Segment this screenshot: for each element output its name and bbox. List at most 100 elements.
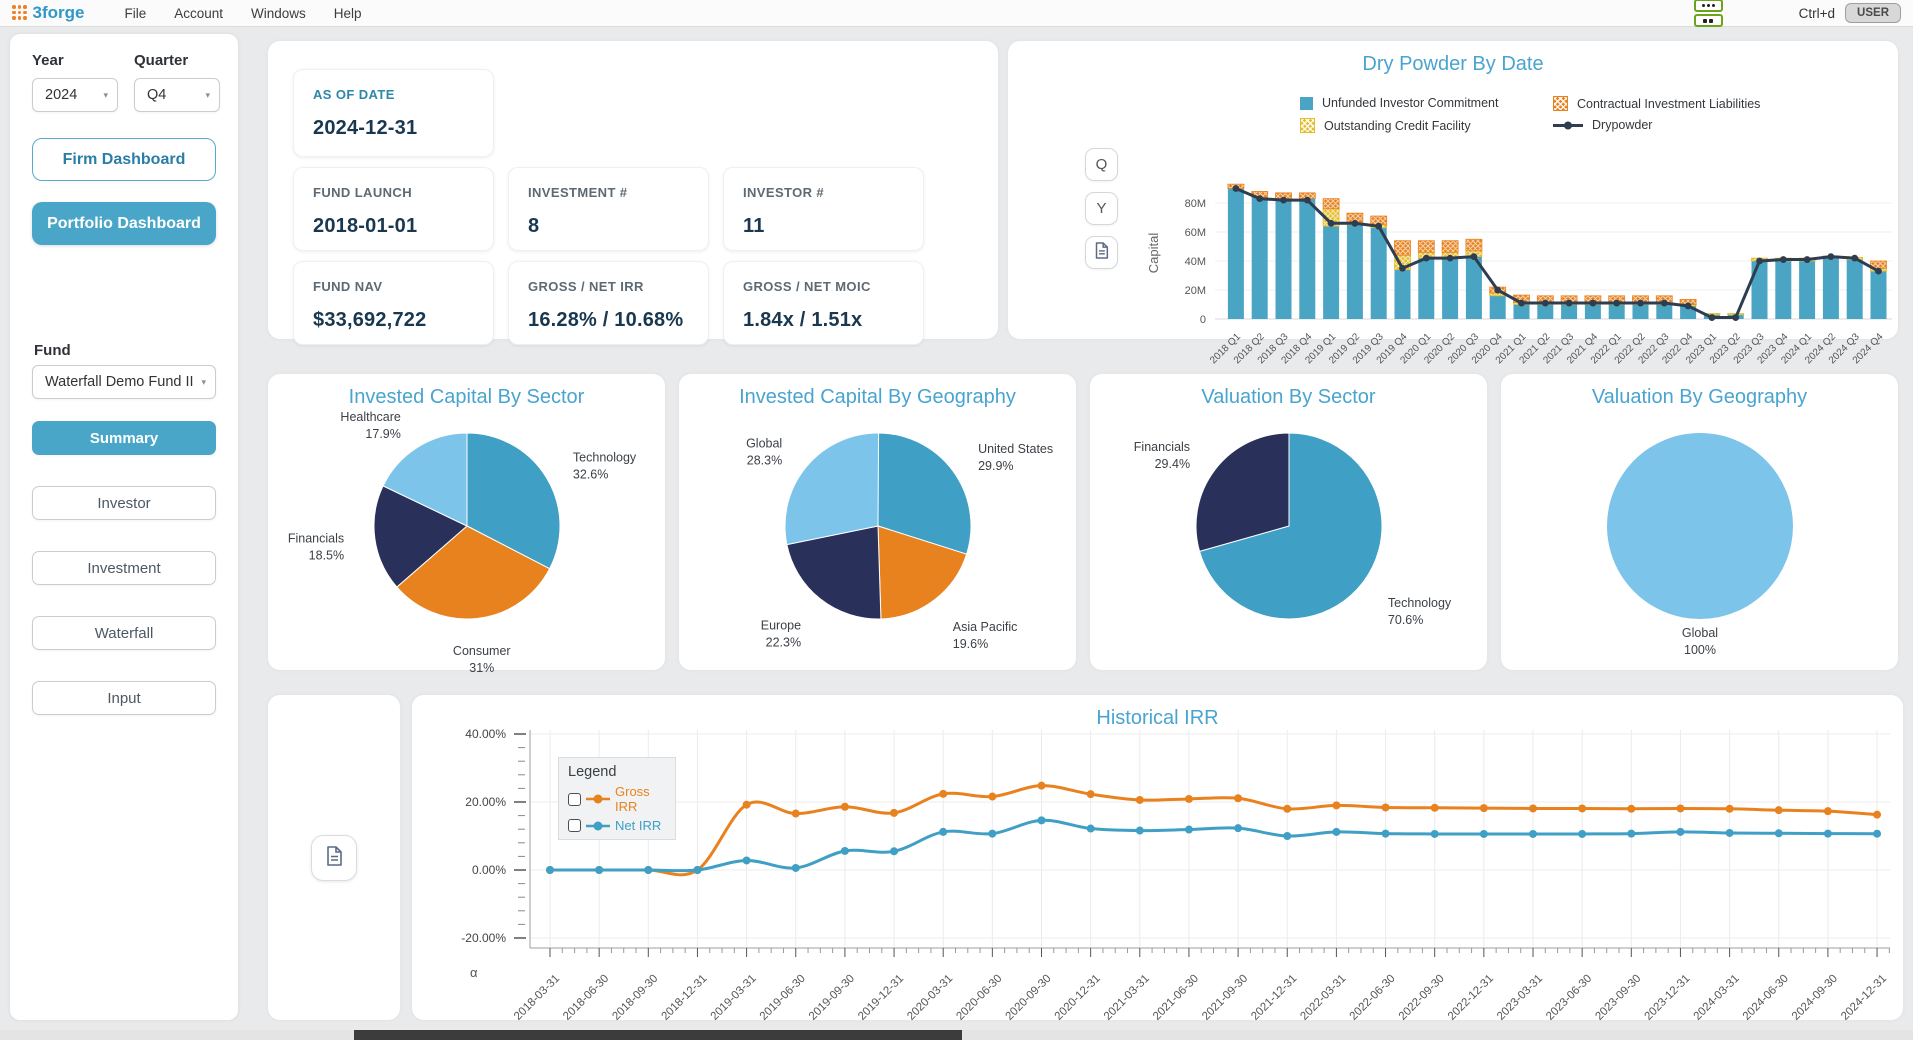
irr-legend-item-gross-irr[interactable]: Gross IRR xyxy=(568,784,666,814)
sidebar-item-investor[interactable]: Investor xyxy=(32,486,216,520)
svg-text:2019-03-31: 2019-03-31 xyxy=(709,973,759,1023)
sidebar-item-investment[interactable]: Investment xyxy=(32,551,216,585)
document-icon xyxy=(325,846,343,869)
horizontal-scrollbar-track[interactable] xyxy=(0,1030,1913,1040)
firm-dashboard-button[interactable]: Firm Dashboard xyxy=(32,138,216,181)
logo-dots-icon xyxy=(12,5,28,21)
quarter-label: Quarter xyxy=(134,52,220,69)
period-filters: Year 2024 ▾ Quarter Q4 ▾ xyxy=(10,34,238,112)
kpi-value: 8 xyxy=(528,215,689,238)
horizontal-scrollbar-thumb[interactable] xyxy=(354,1030,962,1040)
sidebar-nav: Summary Investor Investment Waterfall Input xyxy=(10,421,238,746)
svg-text:2023-03-31: 2023-03-31 xyxy=(1495,973,1545,1023)
svg-text:40.00%: 40.00% xyxy=(465,727,506,741)
menubar-right: Ctrl+d USER xyxy=(1694,0,1901,27)
connection-status-icon[interactable] xyxy=(1694,0,1723,27)
sidebar-item-summary[interactable]: Summary xyxy=(32,421,216,455)
svg-text:Financials29.4%: Financials29.4% xyxy=(1133,440,1189,471)
menu-item-account[interactable]: Account xyxy=(174,6,223,21)
svg-text:2022-12-31: 2022-12-31 xyxy=(1446,973,1496,1023)
kpi-value: 2024-12-31 xyxy=(313,117,474,140)
svg-text:2021-09-30: 2021-09-30 xyxy=(1200,973,1250,1023)
kpi-label: FUND LAUNCH xyxy=(313,185,474,200)
svg-text:2021-12-31: 2021-12-31 xyxy=(1249,973,1299,1023)
report-side-panel xyxy=(268,695,400,1020)
pie-card-invested-capital-by-geography: Invested Capital By GeographyUnited Stat… xyxy=(679,374,1076,670)
svg-text:2023-06-30: 2023-06-30 xyxy=(1544,973,1594,1023)
svg-text:2018-12-31: 2018-12-31 xyxy=(659,973,709,1023)
sidebar-item-waterfall[interactable]: Waterfall xyxy=(32,616,216,650)
svg-text:2024-06-30: 2024-06-30 xyxy=(1741,973,1791,1023)
fund-value: Waterfall Demo Fund II xyxy=(45,374,194,390)
shortcut-hint: Ctrl+d xyxy=(1799,6,1835,21)
kpi-grid: AS OF DATE2024-12-31FUND LAUNCH2018-01-0… xyxy=(293,69,924,345)
pie-title: Valuation By Sector xyxy=(1090,386,1487,409)
quarter-dropdown[interactable]: Q4 ▾ xyxy=(134,78,220,112)
svg-text:Capital: Capital xyxy=(1146,233,1161,274)
app-logo: 3forge xyxy=(12,3,84,23)
svg-text:2023-09-30: 2023-09-30 xyxy=(1593,973,1643,1023)
quarter-value: Q4 xyxy=(147,87,166,103)
svg-text:2020-06-30: 2020-06-30 xyxy=(954,973,1004,1023)
svg-text:2020-09-30: 2020-09-30 xyxy=(1004,973,1054,1023)
pie-chart[interactable]: United States29.9%Asia Pacific19.6%Europ… xyxy=(682,418,1073,670)
menu-bar: 3forge File Account Windows Help Ctrl+d USE… xyxy=(0,0,1913,27)
svg-text:Technology32.6%: Technology32.6% xyxy=(572,451,636,482)
pie-chart[interactable]: Technology32.6%Consumer31%Financials18.5… xyxy=(271,418,662,670)
kpi-value: 1.84x / 1.51x xyxy=(743,309,904,332)
menu-item-help[interactable]: Help xyxy=(334,6,362,21)
svg-text:2019-06-30: 2019-06-30 xyxy=(758,973,808,1023)
legend-line-icon xyxy=(586,820,610,832)
legend-label: Net IRR xyxy=(615,818,661,833)
svg-text:Technology70.6%: Technology70.6% xyxy=(1387,596,1451,627)
users-status-icon xyxy=(1694,14,1723,27)
kpi-value: 11 xyxy=(743,215,904,238)
svg-text:2024-03-31: 2024-03-31 xyxy=(1692,973,1742,1023)
menu-item-windows[interactable]: Windows xyxy=(251,6,306,21)
irr-legend: Legend Gross IRR Net IRR xyxy=(558,757,676,840)
legend-line-icon xyxy=(586,793,610,805)
kpi-label: INVESTOR # xyxy=(743,185,904,200)
svg-text:2022-09-30: 2022-09-30 xyxy=(1397,973,1447,1023)
svg-text:60M: 60M xyxy=(1185,227,1206,239)
fund-label: Fund xyxy=(34,342,71,359)
dry-powder-chart[interactable]: 020M40M60M80MCapital2018 Q12018 Q22018 Q… xyxy=(1008,41,1898,339)
pie-card-valuation-by-geography: Valuation By Geography Global100% xyxy=(1501,374,1898,670)
svg-text:Europe22.3%: Europe22.3% xyxy=(760,618,800,649)
report-button[interactable] xyxy=(311,835,357,881)
kpi-panel: AS OF DATE2024-12-31FUND LAUNCH2018-01-0… xyxy=(268,41,998,339)
pie-chart[interactable]: Technology70.6% Financials29.4% xyxy=(1093,418,1484,670)
svg-text:Consumer31%: Consumer31% xyxy=(452,644,510,675)
historical-irr-chart[interactable]: 40.00%20.00%0.00%-20.00%2018-03-312018-0… xyxy=(412,695,1903,1020)
svg-text:2019-12-31: 2019-12-31 xyxy=(856,973,906,1023)
svg-text:2024-09-30: 2024-09-30 xyxy=(1790,973,1840,1023)
svg-text:2023-12-31: 2023-12-31 xyxy=(1642,973,1692,1023)
menu-item-file[interactable]: File xyxy=(124,6,146,21)
sidebar-item-input[interactable]: Input xyxy=(32,681,216,715)
portfolio-dashboard-button[interactable]: Portfolio Dashboard xyxy=(32,202,216,245)
quarter-filter: Quarter Q4 ▾ xyxy=(134,52,220,112)
kpi-card-investment: INVESTMENT # 8 xyxy=(508,167,709,251)
pie-title: Valuation By Geography xyxy=(1501,386,1898,409)
kpi-value: 2018-01-01 xyxy=(313,215,474,238)
svg-text:20M: 20M xyxy=(1185,285,1206,297)
kpi-label: INVESTMENT # xyxy=(528,185,689,200)
year-value: 2024 xyxy=(45,87,77,103)
year-dropdown[interactable]: 2024 ▾ xyxy=(32,78,118,112)
irr-legend-title: Legend xyxy=(568,764,666,780)
svg-text:2022-03-31: 2022-03-31 xyxy=(1298,973,1348,1023)
svg-text:80M: 80M xyxy=(1185,198,1206,210)
pie-chart[interactable]: Global100% xyxy=(1504,418,1895,670)
legend-checkbox[interactable] xyxy=(568,819,581,832)
legend-checkbox[interactable] xyxy=(568,793,581,806)
fund-dropdown[interactable]: Waterfall Demo Fund II ▾ xyxy=(32,365,216,399)
kpi-value: 16.28% / 10.68% xyxy=(528,309,689,332)
svg-text:Global100%: Global100% xyxy=(1681,626,1717,657)
kpi-label: FUND NAV xyxy=(313,279,474,294)
svg-text:2019-09-30: 2019-09-30 xyxy=(807,973,857,1023)
menu-items: File Account Windows Help xyxy=(124,6,389,21)
chevron-down-icon: ▾ xyxy=(201,377,206,388)
user-button[interactable]: USER xyxy=(1845,3,1901,23)
dry-powder-panel: Dry Powder By Date Q Y Unfunded Investor… xyxy=(1008,41,1898,339)
irr-legend-item-net-irr[interactable]: Net IRR xyxy=(568,818,666,833)
